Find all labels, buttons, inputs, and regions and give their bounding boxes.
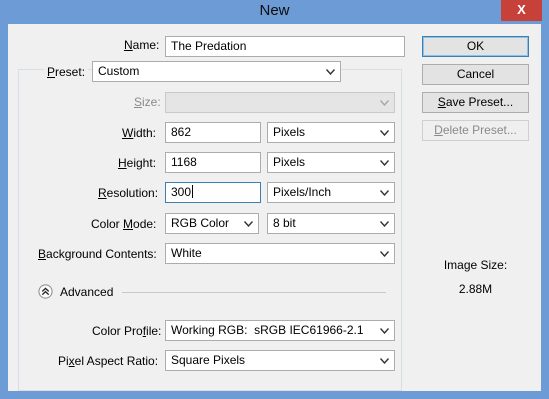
cancel-button[interactable]: Cancel [422,64,529,85]
chevron-down-icon [244,221,253,227]
dialog-body: Name: The Predation Preset: Custom Size:… [8,24,541,391]
width-input[interactable]: 862 [165,122,261,143]
chevron-down-icon [326,69,335,75]
advanced-label: Advanced [60,285,114,299]
pixel-aspect-select[interactable]: Square Pixels [165,350,395,371]
resolution-input[interactable]: 300 [165,182,261,203]
size-label: Size: [134,95,161,109]
width-label: Width: [122,126,157,140]
window-title: New [259,2,290,19]
chevron-down-icon [380,190,389,196]
height-input[interactable]: 1168 [165,152,261,173]
chevron-up-circle-icon [38,284,53,299]
resolution-unit-value: Pixels/Inch [273,185,332,199]
color-mode-label: Color Mode: [91,217,157,231]
resolution-unit-select[interactable]: Pixels/Inch [267,182,395,203]
chevron-down-icon [380,328,389,334]
close-icon: X [517,2,526,17]
background-value: White [171,246,202,260]
pixel-aspect-label: Pixel Aspect Ratio: [58,354,159,368]
pixel-aspect-value: Square Pixels [171,353,246,367]
advanced-divider [122,292,386,293]
preset-label: Preset: [44,65,89,79]
width-unit-value: Pixels [273,125,306,139]
size-select[interactable] [165,92,395,113]
bit-depth-value: 8 bit [273,216,296,230]
chevron-down-icon [380,130,389,136]
width-unit-select[interactable]: Pixels [267,122,395,143]
color-mode-value: RGB Color [171,216,230,230]
chevron-down-icon [380,251,389,257]
height-unit-select[interactable]: Pixels [267,152,395,173]
color-profile-select[interactable]: Working RGB: sRGB IEC61966-2.1 [165,320,395,341]
chevron-down-icon [380,100,389,106]
resolution-value: 300 [171,185,192,199]
resolution-label: Resolution: [98,186,159,200]
color-mode-select[interactable]: RGB Color [165,213,259,234]
height-unit-value: Pixels [273,155,306,169]
name-label: Name: [124,38,160,52]
color-profile-value: Working RGB: sRGB IEC61966-2.1 [171,323,364,337]
chevron-down-icon [380,160,389,166]
image-size-label: Image Size: [443,258,508,272]
chevron-down-icon [380,358,389,364]
ok-button[interactable]: OK [422,36,529,57]
text-cursor [192,185,194,198]
chevron-down-icon [380,221,389,227]
preset-select[interactable]: Custom [92,61,341,82]
close-button[interactable]: X [501,0,542,21]
bit-depth-select[interactable]: 8 bit [267,213,395,234]
title-bar: New X [0,0,549,24]
save-preset-button[interactable]: Save Preset... [422,92,529,113]
height-label: Height: [118,156,157,170]
delete-preset-button[interactable]: Delete Preset... [422,120,529,141]
preset-value: Custom [98,64,140,78]
image-size-value: 2.88M [458,282,493,296]
name-input[interactable]: The Predation [165,36,405,57]
advanced-toggle[interactable] [38,284,53,299]
background-select[interactable]: White [165,243,395,264]
background-label: Background Contents: [38,247,157,261]
color-profile-label: Color Profile: [92,324,162,338]
